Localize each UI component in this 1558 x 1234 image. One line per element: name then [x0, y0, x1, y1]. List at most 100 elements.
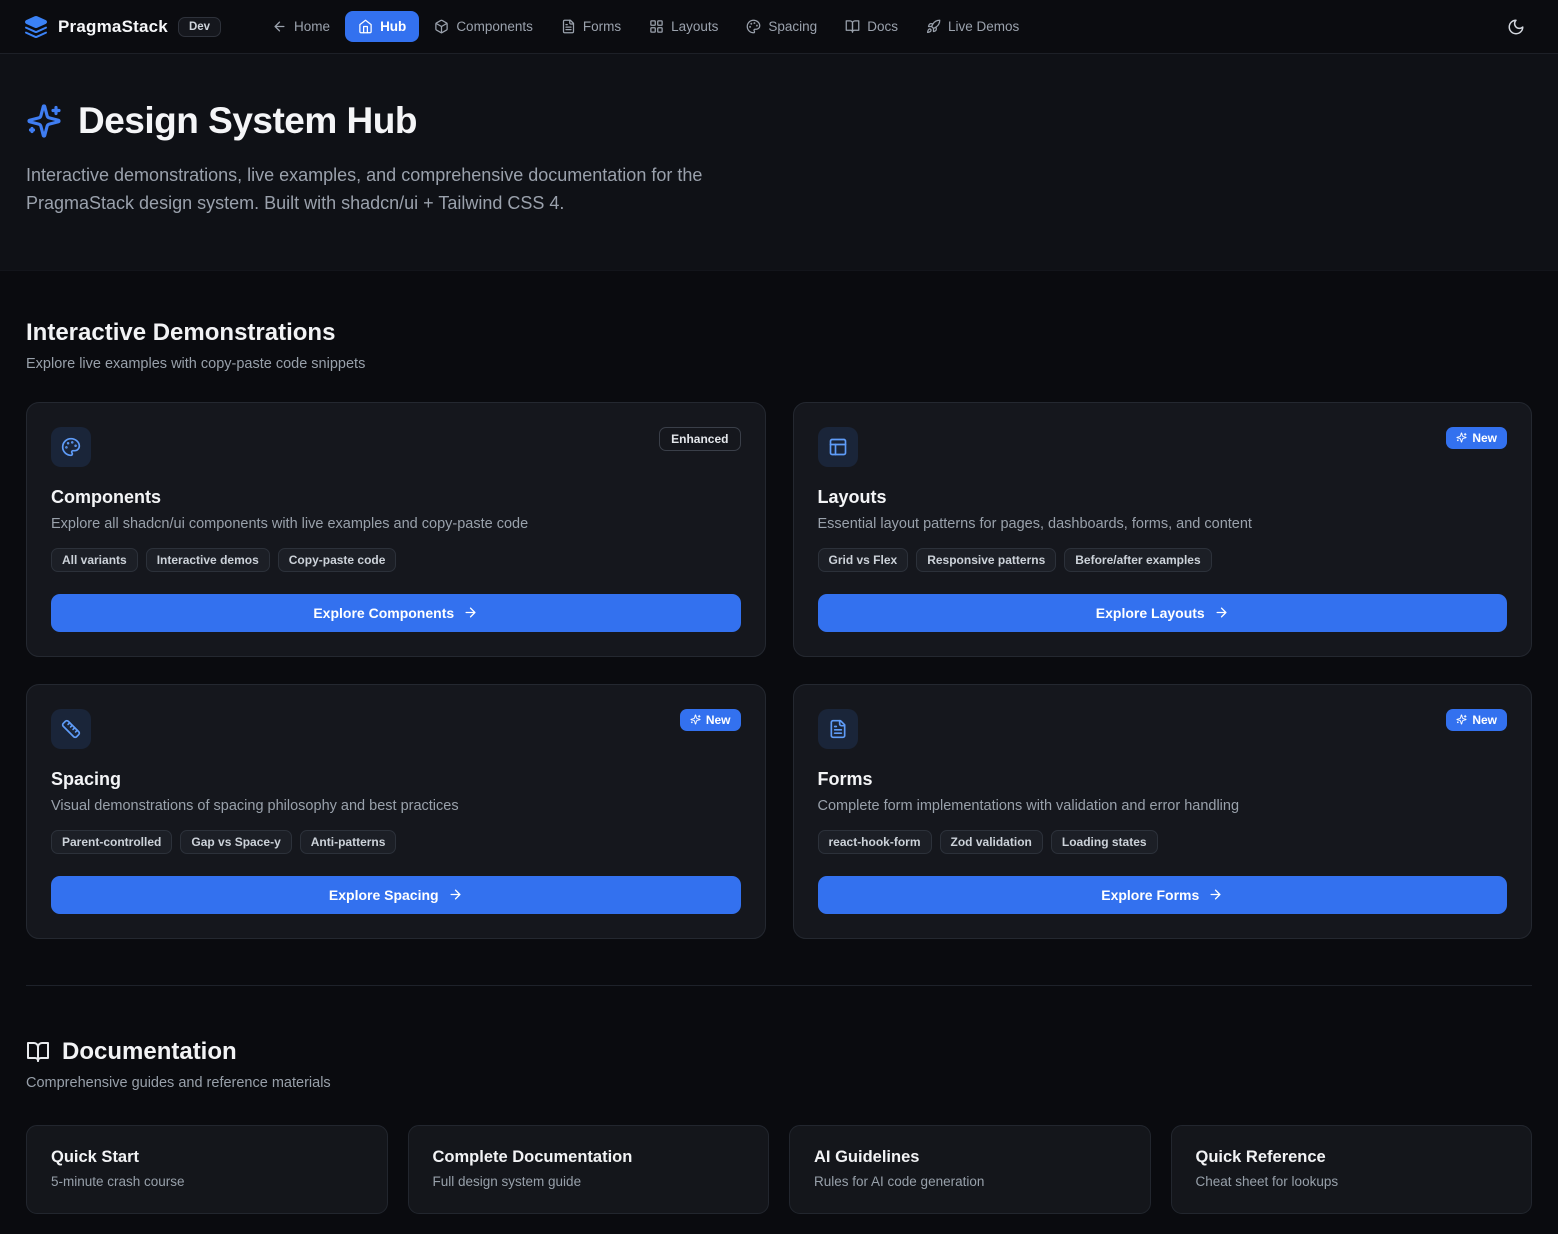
card-header: Enhanced: [51, 427, 741, 467]
card-header: New: [51, 709, 741, 749]
arrow-right-icon: [1214, 605, 1229, 620]
tag-list: Parent-controlled Gap vs Space-y Anti-pa…: [51, 830, 741, 854]
tag: Gap vs Space-y: [180, 830, 291, 854]
nav-item-label: Components: [456, 19, 533, 34]
tag-list: react-hook-form Zod validation Loading s…: [818, 830, 1508, 854]
brand-name: PragmaStack: [58, 17, 168, 37]
tag: Loading states: [1051, 830, 1158, 854]
new-badge: New: [680, 709, 741, 731]
card-title: Forms: [818, 769, 1508, 790]
card-title: Components: [51, 487, 741, 508]
main-content: Interactive Demonstrations Explore live …: [0, 271, 1558, 1234]
doc-card-title: AI Guidelines: [814, 1148, 1126, 1167]
doc-card-quick-reference[interactable]: Quick Reference Cheat sheet for lookups: [1171, 1125, 1533, 1214]
nav-item-spacing[interactable]: Spacing: [733, 11, 830, 42]
tag: Parent-controlled: [51, 830, 172, 854]
main-nav: Home Hub Components Forms Layouts Spacin…: [259, 11, 1032, 42]
tag: All variants: [51, 548, 138, 572]
tag: react-hook-form: [818, 830, 932, 854]
tag: Zod validation: [940, 830, 1043, 854]
card-header: New: [818, 427, 1508, 467]
doc-card-quick-start[interactable]: Quick Start 5-minute crash course: [26, 1125, 388, 1214]
enhanced-badge: Enhanced: [659, 427, 740, 451]
rocket-icon: [926, 19, 941, 34]
moon-icon: [1507, 18, 1525, 36]
doc-card-description: Full design system guide: [433, 1174, 745, 1189]
demo-card-components: Enhanced Components Explore all shadcn/u…: [26, 402, 766, 657]
sparkles-icon: [1456, 432, 1467, 443]
card-description: Visual demonstrations of spacing philoso…: [51, 798, 741, 814]
nav-item-label: Spacing: [768, 19, 817, 34]
demo-card-layouts: New Layouts Essential layout patterns fo…: [793, 402, 1533, 657]
demos-grid: Enhanced Components Explore all shadcn/u…: [26, 402, 1532, 939]
cta-label: Explore Layouts: [1096, 605, 1205, 621]
arrow-right-icon: [463, 605, 478, 620]
explore-components-button[interactable]: Explore Components: [51, 594, 741, 632]
nav-item-label: Live Demos: [948, 19, 1019, 34]
badge-label: New: [1472, 713, 1497, 727]
nav-item-components[interactable]: Components: [421, 11, 546, 42]
explore-spacing-button[interactable]: Explore Spacing: [51, 876, 741, 914]
arrow-right-icon: [448, 887, 463, 902]
arrow-right-icon: [1208, 887, 1223, 902]
card-header: New: [818, 709, 1508, 749]
nav-item-label: Hub: [380, 19, 406, 34]
theme-toggle-button[interactable]: [1498, 9, 1534, 45]
docs-grid: Quick Start 5-minute crash course Comple…: [26, 1125, 1532, 1214]
book-open-icon: [26, 1040, 50, 1064]
section-divider: [26, 985, 1532, 986]
doc-card-title: Quick Reference: [1196, 1148, 1508, 1167]
layout-panel-icon: [818, 427, 858, 467]
new-badge: New: [1446, 427, 1507, 449]
docs-section-subtitle: Comprehensive guides and reference mater…: [26, 1075, 1532, 1091]
nav-item-layouts[interactable]: Layouts: [636, 11, 731, 42]
doc-card-ai-guidelines[interactable]: AI Guidelines Rules for AI code generati…: [789, 1125, 1151, 1214]
nav-item-label: Layouts: [671, 19, 718, 34]
book-open-icon: [845, 19, 860, 34]
brand[interactable]: PragmaStack Dev: [24, 15, 221, 39]
doc-card-description: Cheat sheet for lookups: [1196, 1174, 1508, 1189]
nav-item-live-demos[interactable]: Live Demos: [913, 11, 1032, 42]
docs-section-title: Documentation: [26, 1038, 1532, 1066]
card-description: Explore all shadcn/ui components with li…: [51, 516, 741, 532]
arrow-left-icon: [272, 19, 287, 34]
layout-grid-icon: [649, 19, 664, 34]
demos-section: Interactive Demonstrations Explore live …: [26, 319, 1532, 939]
card-description: Complete form implementations with valid…: [818, 798, 1508, 814]
file-text-icon: [561, 19, 576, 34]
explore-layouts-button[interactable]: Explore Layouts: [818, 594, 1508, 632]
navbar: PragmaStack Dev Home Hub Components Form…: [0, 0, 1558, 54]
doc-card-description: Rules for AI code generation: [814, 1174, 1126, 1189]
nav-item-home[interactable]: Home: [259, 11, 343, 42]
explore-forms-button[interactable]: Explore Forms: [818, 876, 1508, 914]
doc-card-description: 5-minute crash course: [51, 1174, 363, 1189]
badge-label: New: [706, 713, 731, 727]
badge-label: New: [1472, 431, 1497, 445]
nav-item-label: Forms: [583, 19, 621, 34]
page-title-text: Design System Hub: [78, 100, 417, 142]
nav-item-forms[interactable]: Forms: [548, 11, 634, 42]
docs-section-title-text: Documentation: [62, 1038, 237, 1066]
doc-card-complete-documentation[interactable]: Complete Documentation Full design syste…: [408, 1125, 770, 1214]
cta-label: Explore Components: [313, 605, 454, 621]
sparkles-icon: [1456, 714, 1467, 725]
nav-item-hub[interactable]: Hub: [345, 11, 419, 42]
package-icon: [434, 19, 449, 34]
demo-card-forms: New Forms Complete form implementations …: [793, 684, 1533, 939]
tag-list: Grid vs Flex Responsive patterns Before/…: [818, 548, 1508, 572]
tag: Before/after examples: [1064, 548, 1211, 572]
card-title: Layouts: [818, 487, 1508, 508]
dev-badge: Dev: [178, 17, 221, 37]
ruler-icon: [51, 709, 91, 749]
tag: Copy-paste code: [278, 548, 397, 572]
demo-card-spacing: New Spacing Visual demonstrations of spa…: [26, 684, 766, 939]
nav-item-docs[interactable]: Docs: [832, 11, 911, 42]
nav-item-label: Docs: [867, 19, 898, 34]
home-icon: [358, 19, 373, 34]
layers-logo-icon: [24, 15, 48, 39]
tag: Anti-patterns: [300, 830, 397, 854]
page-title: Design System Hub: [26, 100, 1532, 142]
page-subtitle: Interactive demonstrations, live example…: [26, 162, 786, 218]
new-badge: New: [1446, 709, 1507, 731]
demos-section-title: Interactive Demonstrations: [26, 319, 1532, 347]
